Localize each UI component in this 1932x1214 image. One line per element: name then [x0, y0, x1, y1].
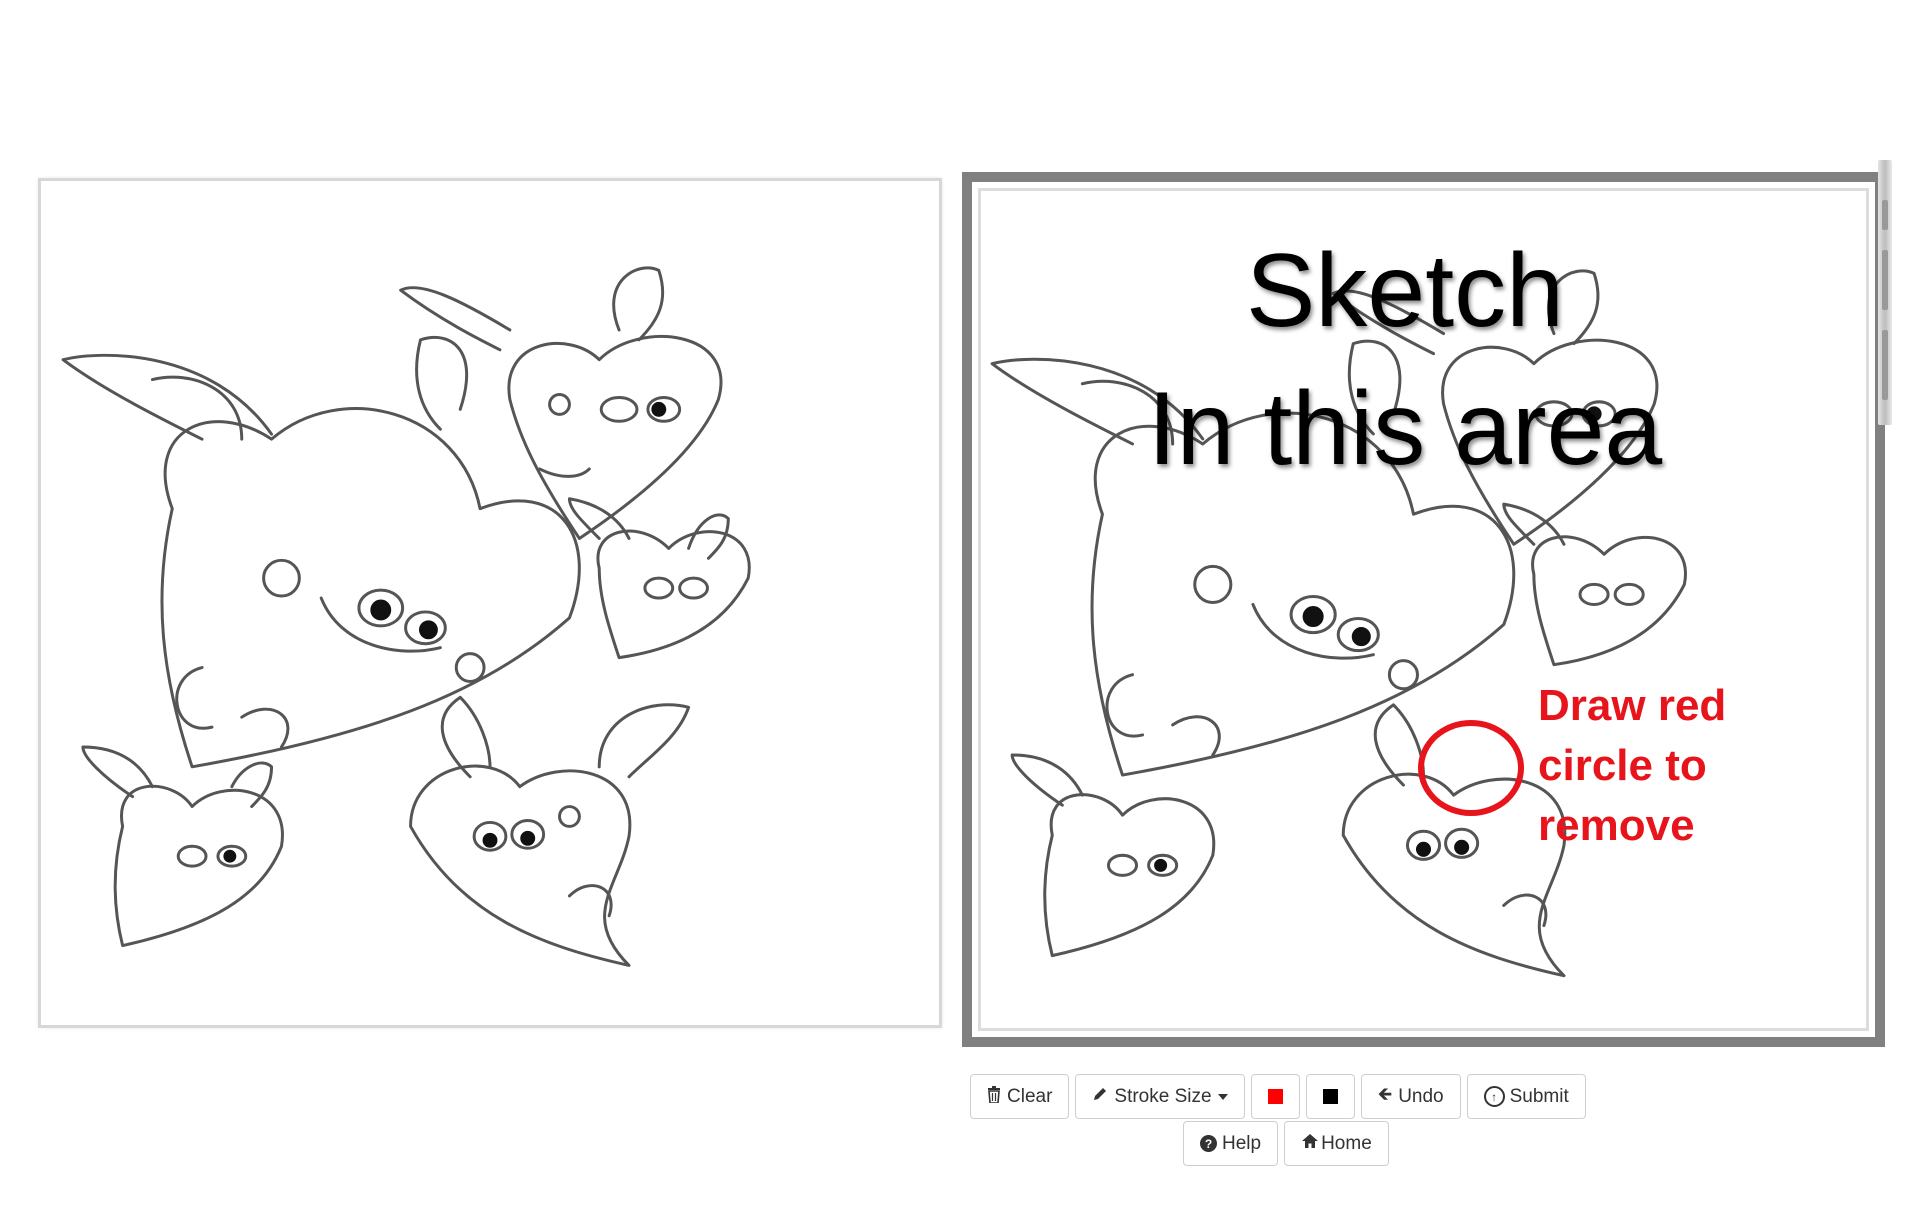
home-button[interactable]: Home — [1284, 1121, 1389, 1166]
navigation-toolbar: ? Help Home — [1183, 1121, 1389, 1166]
stroke-size-dropdown[interactable]: Stroke Size — [1075, 1074, 1245, 1119]
pencil-icon — [1092, 1086, 1108, 1107]
help-label: Help — [1222, 1132, 1262, 1154]
help-button[interactable]: ? Help — [1183, 1121, 1279, 1166]
black-color-button[interactable] — [1305, 1074, 1355, 1119]
red-circle-marker — [1418, 720, 1524, 816]
undo-button[interactable]: 🡸 Undo — [1360, 1074, 1461, 1119]
arrow-left-icon: 🡸 — [1377, 1083, 1393, 1104]
page-edge-scrap — [1878, 160, 1892, 425]
overlay-title-line1: Sketch — [1246, 233, 1564, 349]
hint-line3: remove — [1538, 801, 1695, 850]
red-circle-hint: Draw red circle to remove — [1538, 676, 1798, 856]
stroke-size-label: Stroke Size — [1114, 1085, 1212, 1107]
home-label: Home — [1321, 1132, 1372, 1154]
submit-button[interactable]: ↑ Submit — [1466, 1074, 1586, 1119]
red-color-button[interactable] — [1250, 1074, 1300, 1119]
clear-label: Clear — [1007, 1085, 1053, 1107]
caret-down-icon — [1217, 1093, 1228, 1100]
black-swatch — [1322, 1089, 1338, 1104]
hint-line1: Draw red — [1538, 681, 1727, 730]
submit-label: Submit — [1509, 1085, 1569, 1107]
hearts-coloring-illustration — [61, 266, 751, 967]
home-icon — [1301, 1133, 1319, 1154]
red-swatch — [1267, 1089, 1283, 1104]
question-circle-icon: ? — [1200, 1135, 1217, 1152]
undo-label: Undo — [1398, 1085, 1444, 1107]
clear-button[interactable]: Clear — [970, 1074, 1070, 1119]
sketch-toolbar: Clear Stroke Size 🡸 Undo ↑ Submit — [970, 1074, 1586, 1119]
trash-icon — [987, 1085, 1001, 1108]
sketch-instruction-overlay: Sketch In this area — [1130, 222, 1680, 498]
upload-circle-icon: ↑ — [1483, 1086, 1505, 1107]
overlay-title-line2: In this area — [1147, 371, 1663, 487]
hint-line2: circle to — [1538, 741, 1707, 790]
reference-image — [38, 178, 942, 1028]
